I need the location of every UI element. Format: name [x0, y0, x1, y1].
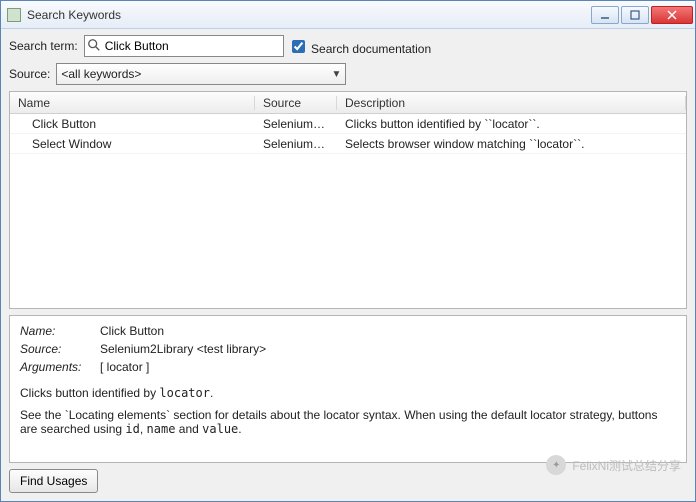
detail-doc-line-1: Clicks button identified by locator. [20, 386, 676, 400]
detail-name-value: Click Button [100, 324, 164, 338]
source-select[interactable]: <all keywords> ▼ [56, 63, 346, 85]
column-header-description[interactable]: Description [337, 96, 686, 110]
watermark: ✦FelixNi测试总结分享 [546, 455, 681, 475]
content-area: Search term: Search documentation Source… [1, 29, 695, 501]
search-input[interactable] [84, 35, 284, 57]
search-icon [87, 38, 101, 52]
cell-name: Select Window [10, 137, 255, 151]
detail-arguments-label: Arguments: [20, 360, 100, 374]
cell-source: Selenium2... [255, 137, 337, 151]
source-selected-value: <all keywords> [61, 67, 141, 81]
table-row[interactable]: Select Window Selenium2... Selects brows… [10, 134, 686, 154]
maximize-button[interactable] [621, 6, 649, 24]
search-documentation-checkbox[interactable]: Search documentation [288, 37, 431, 56]
detail-source-label: Source: [20, 342, 100, 356]
detail-doc-line-2: See the `Locating elements` section for … [20, 408, 676, 436]
title-bar[interactable]: Search Keywords [1, 1, 695, 29]
results-table: Name Source Description Click Button Sel… [9, 91, 687, 309]
cell-source: Selenium2... [255, 117, 337, 131]
minimize-button[interactable] [591, 6, 619, 24]
find-usages-button[interactable]: Find Usages [9, 469, 98, 493]
app-window: Search Keywords Search term: Search docu… [0, 0, 696, 502]
app-icon [7, 8, 21, 22]
search-term-label: Search term: [9, 39, 78, 53]
cell-description: Selects browser window matching ``locato… [337, 137, 686, 151]
column-header-name[interactable]: Name [10, 96, 255, 110]
column-header-source[interactable]: Source [255, 96, 337, 110]
detail-name-label: Name: [20, 324, 100, 338]
window-title: Search Keywords [27, 8, 589, 22]
table-row[interactable]: Click Button Selenium2... Clicks button … [10, 114, 686, 134]
detail-source-value: Selenium2Library <test library> [100, 342, 266, 356]
cell-description: Clicks button identified by ``locator``. [337, 117, 686, 131]
detail-arguments-value: [ locator ] [100, 360, 149, 374]
table-header: Name Source Description [10, 92, 686, 114]
window-controls [589, 6, 693, 24]
source-label: Source: [9, 67, 50, 81]
wechat-icon: ✦ [546, 455, 566, 475]
cell-name: Click Button [10, 117, 255, 131]
details-panel: Name:Click Button Source:Selenium2Librar… [9, 315, 687, 463]
chevron-down-icon: ▼ [331, 69, 341, 80]
close-button[interactable] [651, 6, 693, 24]
